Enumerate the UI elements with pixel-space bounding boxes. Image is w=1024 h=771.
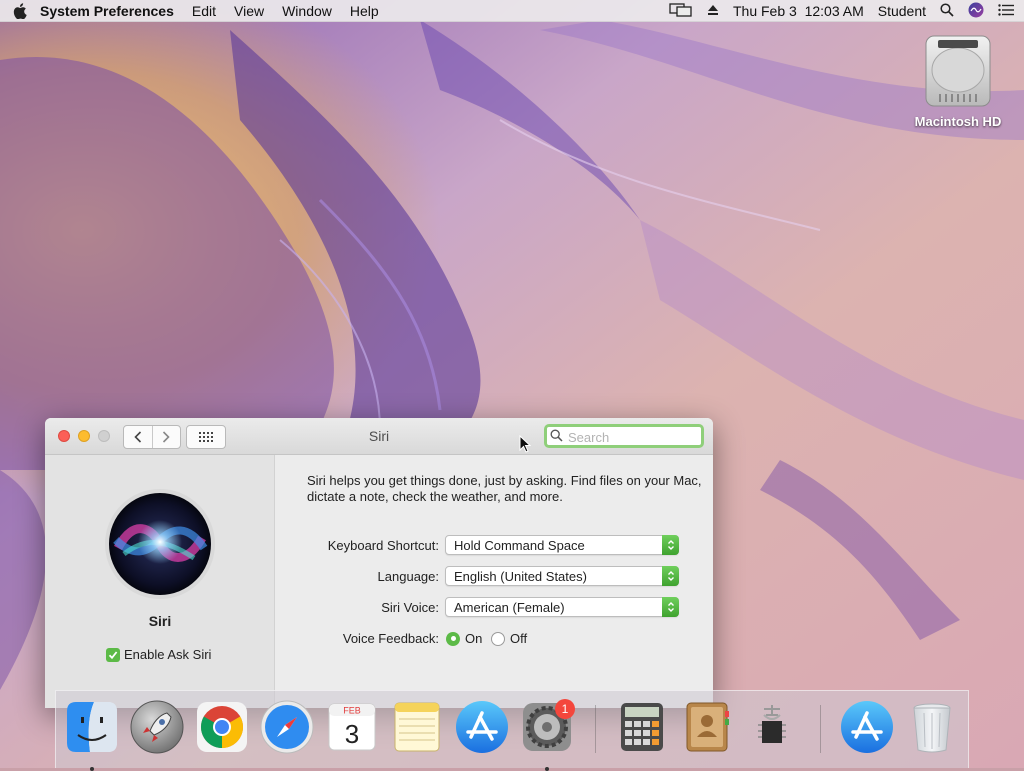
siri-preferences-window: Siri Search Siri Enable Ask Siri Siri he… xyxy=(45,418,713,708)
voice-feedback-row: Voice Feedback: On Off xyxy=(275,628,713,650)
siri-description: Siri helps you get things done, just by … xyxy=(307,473,702,504)
siri-settings-pane: Siri helps you get things done, just by … xyxy=(275,455,713,708)
popup-arrows-icon xyxy=(662,597,679,617)
drive-label: Macintosh HD xyxy=(914,114,1002,129)
system-information-icon xyxy=(758,705,786,743)
keyboard-shortcut-label: Keyboard Shortcut: xyxy=(327,538,439,553)
siri-voice-row: Siri Voice: American (Female) xyxy=(275,597,713,619)
menu-user[interactable]: Student xyxy=(878,3,926,19)
trash-icon xyxy=(913,703,951,753)
dock-system-preferences[interactable]: 1 xyxy=(519,699,575,771)
voice-feedback-on-radio[interactable]: On xyxy=(446,631,482,646)
search-icon xyxy=(550,429,563,442)
search-field[interactable] xyxy=(544,424,704,448)
popup-arrows-icon xyxy=(662,566,679,586)
dock-system-information[interactable] xyxy=(744,699,800,757)
siri-icon xyxy=(105,489,215,599)
dock-trash[interactable] xyxy=(904,699,960,757)
keyboard-shortcut-row: Keyboard Shortcut: Hold Command Space xyxy=(275,535,713,557)
title-bar[interactable]: Siri xyxy=(45,418,713,455)
dock-calculator[interactable] xyxy=(614,699,670,757)
keyboard-shortcut-popup[interactable]: Hold Command Space xyxy=(445,535,679,555)
dock: FEB 3 1 xyxy=(55,690,969,771)
siri-voice-value: American (Female) xyxy=(454,600,565,615)
dock-launchpad[interactable] xyxy=(129,699,185,757)
hard-drive-icon xyxy=(925,35,991,107)
voice-feedback-on-label: On xyxy=(465,631,483,646)
siri-voice-popup[interactable]: American (Female) xyxy=(445,597,679,617)
calculator-icon xyxy=(621,703,663,751)
finder-icon xyxy=(67,702,117,752)
contacts-icon xyxy=(686,702,729,752)
siri-voice-label: Siri Voice: xyxy=(381,600,439,615)
radio-unselected-icon[interactable] xyxy=(491,631,505,646)
chrome-icon xyxy=(197,702,247,752)
siri-label: Siri xyxy=(148,613,172,629)
dock-chrome[interactable] xyxy=(194,699,250,757)
radio-selected-icon[interactable] xyxy=(446,631,460,646)
dock-app-store-stack[interactable] xyxy=(839,699,895,757)
language-popup[interactable]: English (United States) xyxy=(445,566,679,586)
menu-view[interactable]: View xyxy=(234,3,264,19)
spotlight-search-icon[interactable] xyxy=(940,2,954,20)
voice-feedback-off-label: Off xyxy=(510,631,528,646)
dock-app-store[interactable] xyxy=(454,699,510,757)
menu-clock[interactable]: Thu Feb 3 12:03 AM xyxy=(733,3,864,19)
app-store-icon xyxy=(456,701,508,753)
enable-ask-siri-checkbox[interactable]: Enable Ask Siri xyxy=(106,647,211,662)
siri-menu-icon[interactable] xyxy=(968,2,984,21)
keyboard-shortcut-value: Hold Command Space xyxy=(454,538,585,553)
search-input[interactable] xyxy=(566,428,700,447)
menu-bar: System Preferences Edit View Window Help… xyxy=(0,0,1024,22)
siri-sidebar: Siri Enable Ask Siri xyxy=(45,455,275,708)
dock-finder[interactable] xyxy=(64,699,120,771)
safari-icon xyxy=(260,700,314,754)
calendar-day: 3 xyxy=(345,719,359,749)
display-mirroring-icon[interactable] xyxy=(669,2,693,20)
notes-icon xyxy=(394,702,440,752)
dock-contacts[interactable] xyxy=(679,699,735,757)
voice-feedback-off-radio[interactable]: Off xyxy=(491,631,527,646)
menu-app-name[interactable]: System Preferences xyxy=(40,3,174,19)
menu-edit[interactable]: Edit xyxy=(192,3,216,19)
checkbox-checked-icon[interactable] xyxy=(106,647,120,662)
menu-help[interactable]: Help xyxy=(350,3,379,19)
macintosh-hd-desktop-icon[interactable]: Macintosh HD xyxy=(906,32,1010,129)
dock-safari[interactable] xyxy=(259,699,315,757)
menu-window[interactable]: Window xyxy=(282,3,332,19)
apple-menu-icon[interactable] xyxy=(0,2,40,19)
dock-notes[interactable] xyxy=(389,699,445,757)
calendar-month: FEB xyxy=(343,706,361,716)
mouse-cursor-icon xyxy=(519,435,531,453)
notification-badge: 1 xyxy=(555,699,575,719)
launchpad-icon xyxy=(130,700,184,754)
notification-center-icon[interactable] xyxy=(998,3,1014,19)
language-value: English (United States) xyxy=(454,569,587,584)
eject-icon[interactable] xyxy=(707,3,719,19)
language-label: Language: xyxy=(377,569,439,584)
calendar-icon: FEB 3 xyxy=(328,703,376,751)
popup-arrows-icon xyxy=(662,535,679,555)
enable-ask-siri-label: Enable Ask Siri xyxy=(124,647,212,662)
language-row: Language: English (United States) xyxy=(275,566,713,588)
dock-calendar[interactable]: FEB 3 xyxy=(324,699,380,757)
voice-feedback-label: Voice Feedback: xyxy=(342,631,439,646)
dock-separator xyxy=(820,705,821,753)
app-store-icon xyxy=(841,701,893,753)
dock-separator xyxy=(595,705,596,753)
